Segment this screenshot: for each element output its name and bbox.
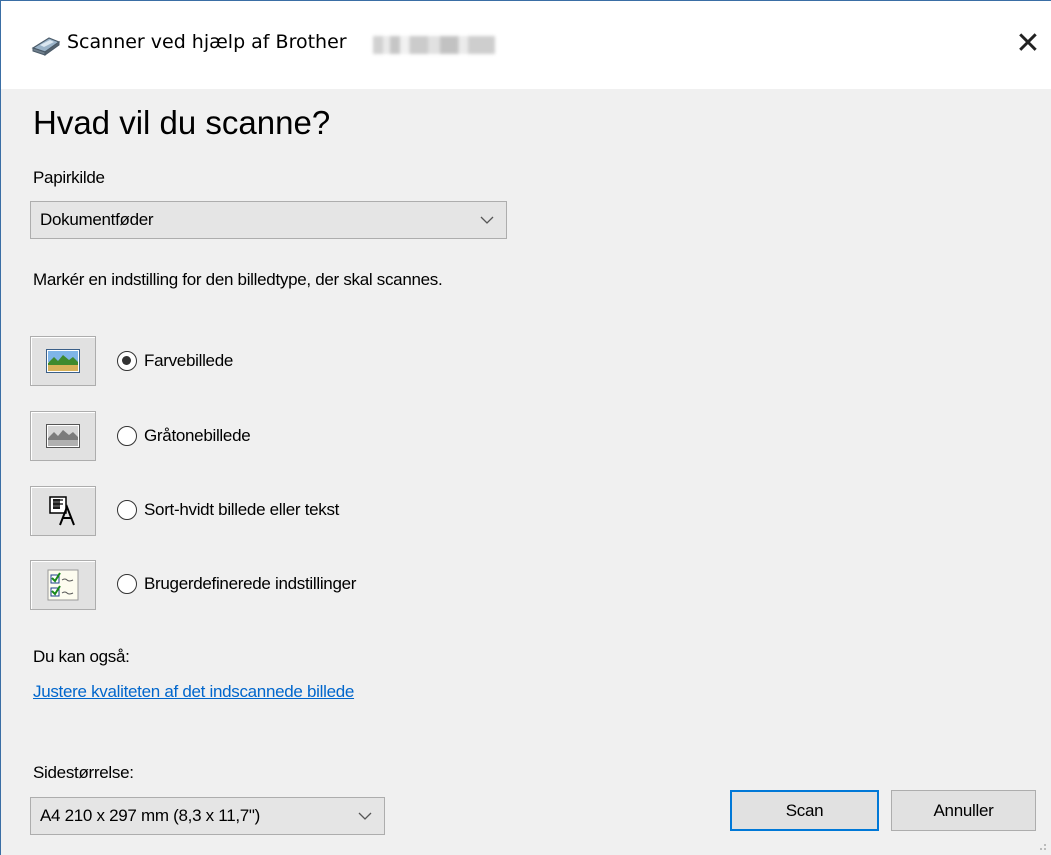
bw-picture-text-button[interactable] — [30, 486, 96, 536]
also-label: Du kan også: — [33, 647, 130, 666]
color-picture-icon — [46, 349, 80, 373]
adjust-quality-link[interactable]: Justere kvaliteten af det indscannede bi… — [33, 682, 354, 702]
bw-picture-text-label: Sort-hvidt billede eller tekst — [144, 500, 340, 519]
radio-button-selected[interactable] — [117, 351, 137, 371]
radio-button[interactable] — [117, 574, 137, 594]
custom-settings-label: Brugerdefinerede indstillinger — [144, 574, 357, 593]
chevron-down-icon — [358, 812, 372, 820]
page-size-value: A4 210 x 297 mm (8,3 x 11,7") — [40, 806, 261, 825]
close-button[interactable]: ✕ — [1005, 19, 1051, 69]
window-title: Scanner ved hjælp af Brother — [67, 31, 347, 53]
color-picture-label: Farvebillede — [144, 351, 234, 370]
title-bar: Scanner ved hjælp af Brother ✕ — [1, 1, 1051, 89]
scanner-dialog: Scanner ved hjælp af Brother ✕ Hvad vil … — [0, 0, 1051, 855]
radio-button[interactable] — [117, 500, 137, 520]
page-size-dropdown[interactable]: A4 210 x 297 mm (8,3 x 11,7") — [30, 797, 385, 835]
redacted-model-name — [373, 36, 495, 54]
bw-picture-text-option[interactable]: Sort-hvidt billede eller tekst — [117, 500, 339, 520]
instruction-text: Markér en indstilling for den billedtype… — [33, 270, 443, 289]
cancel-button[interactable]: Annuller — [891, 790, 1036, 831]
color-picture-button[interactable] — [30, 336, 96, 386]
custom-settings-icon — [47, 569, 79, 601]
grayscale-picture-option[interactable]: Gråtonebillede — [117, 426, 251, 446]
custom-settings-button[interactable] — [30, 560, 96, 610]
paper-source-value: Dokumentføder — [40, 210, 154, 229]
paper-source-label: Papirkilde — [33, 168, 105, 187]
grayscale-picture-icon — [46, 424, 80, 448]
custom-settings-option[interactable]: Brugerdefinerede indstillinger — [117, 574, 356, 594]
paper-source-dropdown[interactable]: Dokumentføder — [30, 201, 507, 239]
radio-button[interactable] — [117, 426, 137, 446]
page-title: Hvad vil du scanne? — [33, 104, 331, 141]
page-size-label: Sidestørrelse: — [33, 763, 134, 782]
bw-picture-text-icon — [49, 496, 75, 526]
scan-button[interactable]: Scan — [730, 790, 879, 831]
resize-grip-icon[interactable] — [1035, 839, 1047, 851]
grayscale-picture-button[interactable] — [30, 411, 96, 461]
chevron-down-icon — [480, 216, 494, 224]
grayscale-picture-label: Gråtonebillede — [144, 426, 251, 445]
color-picture-option[interactable]: Farvebillede — [117, 351, 233, 371]
scanner-icon — [31, 37, 61, 56]
